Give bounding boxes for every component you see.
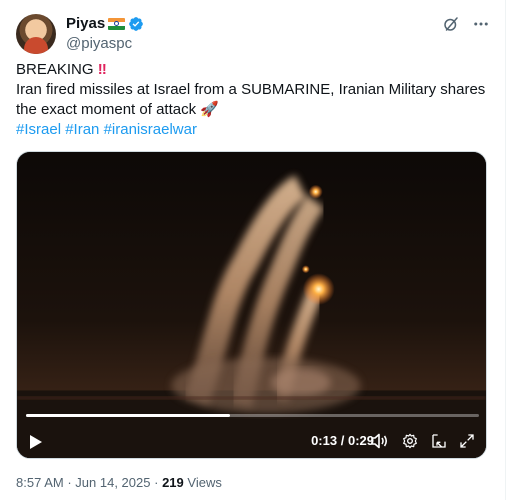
double-exclamation-emoji: ‼ [97, 61, 107, 78]
display-name[interactable]: Piyas [66, 15, 105, 32]
avatar[interactable] [16, 14, 56, 54]
picture-in-picture-icon[interactable] [431, 433, 447, 449]
post-header: Piyas @piyaspc [16, 14, 492, 54]
grok-icon[interactable] [442, 15, 460, 33]
settings-gear-icon[interactable] [402, 433, 418, 449]
hashtags: #Israel #Iran #iranisraelwar [16, 120, 486, 140]
meta-separator-2: · [154, 475, 159, 490]
hashtag-israel[interactable]: #Israel [16, 121, 61, 138]
post-card: Piyas @piyaspc BREAKING ‼ Iran fired mis… [0, 0, 506, 500]
video-progress-bar[interactable] [26, 414, 479, 417]
author-info: Piyas @piyaspc [66, 14, 144, 54]
video-time: 0:13 / 0:29 [311, 432, 374, 450]
post-line-2: Iran fired missiles at Israel from a SUB… [16, 80, 486, 120]
views-label: Views [187, 475, 222, 490]
post-meta: 8:57 AM · Jun 14, 2025 · 219 Views [16, 475, 222, 491]
fullscreen-icon[interactable] [459, 433, 475, 449]
handle[interactable]: @piyaspc [66, 34, 144, 54]
header-actions [442, 14, 490, 34]
post-date[interactable]: Jun 14, 2025 [75, 475, 150, 490]
video-player[interactable]: 0:13 / 0:29 [16, 151, 487, 459]
verified-badge-icon [129, 16, 144, 31]
post-time[interactable]: 8:57 AM [16, 475, 64, 490]
rocket-emoji: 🚀 [200, 101, 219, 118]
india-flag-icon [108, 17, 126, 30]
video-frame [17, 152, 486, 458]
video-progress-fill [26, 414, 230, 417]
hashtag-iran[interactable]: #Iran [65, 121, 99, 138]
time-separator: / [340, 433, 345, 448]
post-text: BREAKING ‼ Iran fired missiles at Israel… [16, 60, 486, 140]
meta-separator: · [67, 475, 72, 490]
post-line-1: BREAKING ‼ [16, 60, 486, 80]
views-count: 219 [162, 475, 184, 490]
hashtag-iranisraelwar[interactable]: #iranisraelwar [104, 121, 197, 138]
more-options-icon[interactable] [472, 15, 490, 33]
play-icon[interactable] [29, 434, 43, 450]
video-controls: 0:13 / 0:29 [17, 428, 486, 454]
breaking-label: BREAKING [16, 61, 94, 78]
volume-icon[interactable] [371, 433, 389, 449]
current-time: 0:13 [311, 433, 338, 448]
post-body: Iran fired missiles at Israel from a SUB… [16, 81, 486, 118]
